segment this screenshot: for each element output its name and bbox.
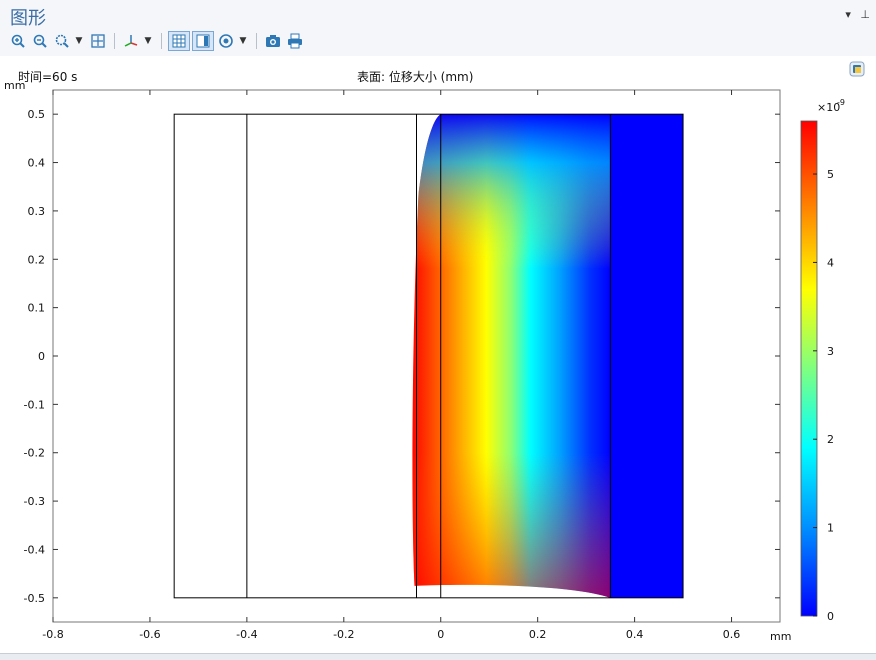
chevron-down-icon[interactable]: ▾ (845, 8, 851, 21)
zoom-out-button[interactable] (30, 32, 50, 50)
colorbar-tick-label: 2 (827, 433, 834, 446)
y-tick-label: 0.4 (28, 157, 46, 170)
zoom-extents-button[interactable] (88, 32, 108, 50)
x-tick-label: -0.4 (236, 628, 257, 641)
axis-orientation-button[interactable] (121, 32, 141, 50)
colorbar-exponent: -9 (837, 98, 845, 107)
y-tick-label: 0.1 (28, 302, 46, 315)
displacement-field-right-region (610, 114, 684, 598)
y-tick-label: -0.3 (24, 495, 45, 508)
colorbar-tick-label: 1 (827, 522, 834, 535)
x-tick-label: 0.4 (626, 628, 644, 641)
toolbar-separator (161, 33, 162, 49)
zoom-box-button[interactable] (52, 32, 72, 50)
colorbar-tick-label: 3 (827, 345, 834, 358)
print-button[interactable] (285, 32, 305, 50)
y-tick-label: 0 (38, 350, 45, 363)
scene-light-button[interactable] (216, 32, 236, 50)
y-tick-label: -0.2 (24, 447, 45, 460)
x-tick-label: 0.2 (529, 628, 547, 641)
zoom-out-icon (33, 34, 47, 48)
graphics-panel-header: 图形 ▾ ⊥ ▼ ▼ ▼ (0, 0, 876, 56)
toolbar-separator (256, 33, 257, 49)
graphics-toolbar: ▼ ▼ ▼ (8, 31, 307, 51)
light-menu-caret[interactable]: ▼ (238, 32, 248, 50)
print-icon (288, 33, 302, 49)
colorbar-tick-label: 4 (827, 256, 834, 269)
grid-toggle-button[interactable] (168, 31, 190, 51)
zoom-in-icon (11, 34, 25, 48)
legend-toggle-button[interactable] (192, 31, 214, 51)
y-tick-label: 0.2 (28, 253, 46, 266)
y-tick-label: 0.3 (28, 205, 46, 218)
pin-icon[interactable]: ⊥ (860, 8, 870, 21)
panel-controls: ▾ ⊥ (839, 8, 870, 21)
x-tick-label: -0.6 (139, 628, 160, 641)
x-axis-label: mm (770, 630, 791, 643)
snapshot-button[interactable] (263, 32, 283, 50)
x-tick-label: 0.6 (723, 628, 741, 641)
colorbar (800, 120, 818, 617)
x-tick-label: -0.8 (42, 628, 63, 641)
legend-icon (196, 34, 210, 48)
panel-title: 图形 (10, 8, 46, 29)
colorbar-tick-label: 5 (827, 168, 834, 181)
y-tick-label: -0.5 (24, 592, 45, 605)
zoom-box-icon (55, 34, 69, 48)
zoom-extents-icon (91, 34, 105, 48)
grid-icon (172, 34, 186, 48)
axis-icon (124, 35, 138, 47)
axis-menu-caret[interactable]: ▼ (143, 32, 153, 50)
y-tick-label: -0.4 (24, 543, 45, 556)
y-tick-label: 0.5 (28, 108, 46, 121)
light-icon (219, 34, 233, 48)
y-tick-label: -0.1 (24, 398, 45, 411)
x-tick-label: -0.2 (333, 628, 354, 641)
camera-icon (266, 35, 280, 47)
y-axis-label: mm (4, 79, 25, 92)
colorbar-tick-label: 0 (827, 610, 834, 623)
displacement-plot: -0.8 -0.6 -0.4 -0.2 0 0.2 0.4 0.6 0.5 0.4 0.3 0.2 0.… (4, 79, 845, 643)
toolbar-separator (114, 33, 115, 49)
x-tick-label: 0 (437, 628, 444, 641)
zoom-box-menu-caret[interactable]: ▼ (74, 32, 84, 50)
zoom-in-button[interactable] (8, 32, 28, 50)
